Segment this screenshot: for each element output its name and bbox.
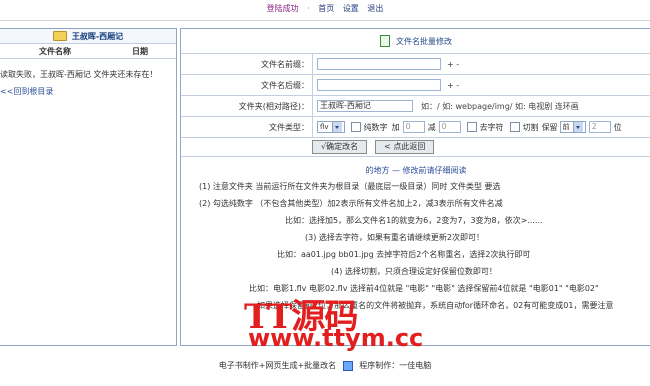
note-line: (2) 勾选纯数字 （不包含其他类型）加2表示所有文件名加上2，减3表示所有文件… <box>199 199 503 208</box>
prefix-input[interactable] <box>317 58 441 70</box>
read-error-message: 读取失败，王叔晖-西厢记 文件夹还未存在！ <box>0 70 158 79</box>
chevron-down-icon <box>572 122 583 132</box>
keep-position-value: 前 <box>562 123 570 131</box>
file-list-panel: 王叔晖-西厢记 文件名称 日期 读取失败，王叔晖-西厢记 文件夹还未存在！ <<… <box>0 28 177 346</box>
col-date: 日期 <box>132 46 148 56</box>
note-line: (3) 选择去字符，如果有重名请继续更新2次即可！ <box>305 233 484 242</box>
suffix-row: 文件名后缀： + - <box>181 75 650 96</box>
rename-title: 文件名批量修改 <box>396 36 452 46</box>
remove-char-checkbox[interactable] <box>466 122 477 132</box>
folder-icon <box>52 31 67 41</box>
folder-title: 王叔晖-西厢记 <box>71 31 124 41</box>
info-icon <box>342 360 353 371</box>
note-line: 比如：选择加5，那么文件名1的就变为6，2变为7，3变为8，依次>...... <box>285 216 543 225</box>
col-filename: 文件名称 <box>39 46 71 56</box>
type-label: 文件类型： <box>181 117 313 137</box>
home-link[interactable]: 首页 <box>318 4 334 13</box>
logout-link[interactable]: 退出 <box>367 4 383 13</box>
prefix-row: 文件名前缀： + - <box>181 54 650 75</box>
folder-header: 王叔晖-西厢记 <box>0 29 176 44</box>
topbar-separator: · <box>307 4 310 13</box>
note-line: (1) 注意文件夹 当前运行所在文件夹为根目录（最底层一级目录）同时 文件类型 … <box>199 182 501 191</box>
suffix-label: 文件名后缀： <box>181 75 313 95</box>
instructions-title: 的地方 — 修改前请仔细阅读 <box>365 166 467 175</box>
document-icon <box>380 35 390 47</box>
back-button[interactable]: < 点此返回 <box>375 140 435 154</box>
file-type-select[interactable]: flv <box>317 121 345 133</box>
cut-checkbox[interactable] <box>509 122 520 132</box>
rename-header: 文件名批量修改 <box>181 29 650 54</box>
back-to-root-link[interactable]: <<回到根目录 <box>0 86 176 97</box>
note-line: 比如：aa01.jpg bb01.jpg 去掉字符后2个名称重名，选择2次执行即… <box>277 250 531 259</box>
top-bar: 登陆成功 · 首页 设置 退出 <box>0 0 650 21</box>
suffix-input[interactable] <box>317 79 441 91</box>
suffix-plus-minus: + - <box>447 80 460 90</box>
add-label: 加 <box>391 122 400 132</box>
watermark-url: www.ttym.cc <box>248 324 424 352</box>
footer: 电子书制作+网页生成+批量改名 程序制作：一佳电脑 <box>0 358 650 386</box>
folder-label: 文件夹(相对路径)： <box>181 96 313 116</box>
cut-label: 切割 <box>522 122 539 132</box>
keep-position-select[interactable]: 前 <box>559 121 586 133</box>
digits-label: 位 <box>613 122 622 132</box>
folder-hint: 如：/ 如: webpage/img/ 如: 电视剧 连环画 <box>421 101 579 111</box>
prefix-plus-minus: + - <box>447 59 460 69</box>
footer-credit: 程序制作：一佳电脑 <box>359 361 432 370</box>
sub-label: 减 <box>427 122 436 132</box>
chevron-down-icon <box>331 122 342 132</box>
folder-input[interactable]: 王叔晖-西厢记 <box>317 100 413 112</box>
prefix-label: 文件名前缀： <box>181 54 313 74</box>
sub-input[interactable]: 0 <box>438 121 461 133</box>
folder-row: 文件夹(相对路径)： 王叔晖-西厢记 如：/ 如: webpage/img/ 如… <box>181 96 650 117</box>
confirm-rename-button[interactable]: √确定改名 <box>312 140 368 154</box>
instructions: 的地方 — 修改前请仔细阅读 (1) 注意文件夹 当前运行所在文件夹为根目录（最… <box>181 157 650 311</box>
type-row: 文件类型： flv 纯数字 加 0 减 0 去字符 切割 保留 前 2 位 <box>181 117 650 138</box>
file-type-value: flv <box>320 123 329 131</box>
settings-link[interactable]: 设置 <box>343 4 359 13</box>
keep-label: 保留 <box>541 122 558 132</box>
add-input[interactable]: 0 <box>402 121 425 133</box>
remove-char-label: 去字符 <box>479 122 504 132</box>
pure-digits-checkbox[interactable] <box>350 122 361 132</box>
pure-digits-label: 纯数字 <box>363 122 388 132</box>
file-list-header: 文件名称 日期 <box>0 44 176 59</box>
footer-text: 电子书制作+网页生成+批量改名 <box>218 361 337 370</box>
button-row: √确定改名 < 点此返回 <box>181 138 650 157</box>
login-status: 登陆成功 <box>266 4 299 13</box>
note-line: (4) 选择切割，只须合理设定好保留位数即可！ <box>331 267 497 276</box>
keep-digits-input[interactable]: 2 <box>588 121 611 133</box>
